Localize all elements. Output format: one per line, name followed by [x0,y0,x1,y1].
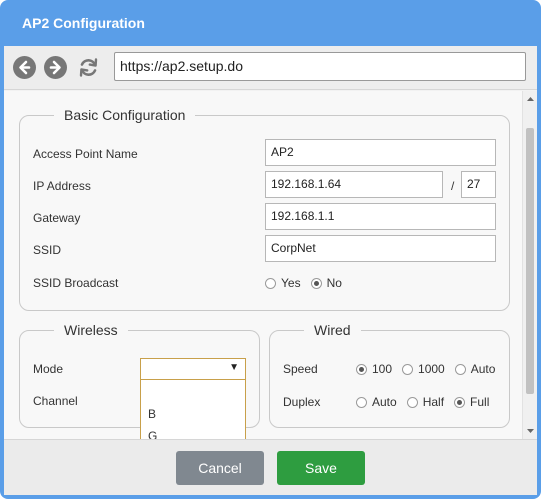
refresh-button[interactable] [77,56,100,79]
dialog-footer: Cancel Save [4,439,537,495]
arrow-left-icon [19,60,31,75]
speed-group: 100 1000 Auto [356,362,505,376]
back-button[interactable] [13,56,36,79]
speed-1000-radio[interactable] [402,363,414,375]
prefix-length-input[interactable]: 27 [461,171,496,198]
url-input[interactable]: https://ap2.setup.do [114,52,526,81]
browser-toolbar: https://ap2.setup.do [4,46,537,90]
mode-option-b[interactable]: B [141,404,245,424]
ssid-broadcast-label: SSID Broadcast [33,276,119,290]
duplex-half-radio[interactable] [406,396,418,408]
duplex-group: Auto Half Full [356,395,499,409]
mode-option-g[interactable]: G [141,426,245,439]
speed-auto-label: Auto [470,362,496,376]
duplex-auto-label: Auto [372,395,397,409]
refresh-icon [79,58,98,77]
speed-100-label: 100 [372,362,393,376]
speed-label: Speed [283,362,318,376]
broadcast-no-label: No [326,276,342,290]
prefix-separator: / [451,179,455,193]
speed-100-radio[interactable] [356,363,367,375]
duplex-auto-radio[interactable] [356,396,367,408]
speed-auto-radio[interactable] [454,363,466,375]
mode-select[interactable]: ▼ [140,358,246,380]
mode-option-empty[interactable] [141,380,245,400]
duplex-full-label: Full [470,395,490,409]
config-window: AP2 Configuration https://ap2.setup.do B… [0,0,541,499]
window-client: https://ap2.setup.do Basic Configuration… [4,46,537,495]
save-button[interactable]: Save [277,451,365,485]
gateway-label: Gateway [33,211,81,225]
duplex-full-radio[interactable] [454,396,466,408]
ssid-broadcast-group: Yes No [265,276,352,290]
ap-name-label: Access Point Name [33,147,138,161]
forward-button[interactable] [44,56,67,79]
ip-address-label: IP Address [33,179,91,193]
scroll-up-icon[interactable] [526,95,535,104]
scrollbar-thumb[interactable] [526,128,534,394]
speed-1000-label: 1000 [418,362,445,376]
ssid-label: SSID [33,243,62,257]
cancel-button[interactable]: Cancel [176,451,264,485]
mode-label: Mode [33,362,64,376]
basic-configuration-legend: Basic Configuration [54,106,196,124]
wireless-legend: Wireless [54,321,128,339]
ssid-input[interactable]: CorpNet [265,235,496,262]
channel-label: Channel [33,394,78,408]
page-content: Basic Configuration Access Point Name AP… [4,91,522,439]
arrow-right-icon [49,60,61,75]
mode-dropdown-list: B G [140,380,246,439]
duplex-half-label: Half [422,395,445,409]
caret-down-icon: ▼ [229,362,239,373]
scroll-down-icon[interactable] [526,426,535,435]
wired-legend: Wired [304,321,361,339]
ip-address-input[interactable]: 192.168.1.64 [265,171,443,198]
broadcast-no-radio[interactable] [310,277,322,289]
wired-group: Wired [269,321,510,428]
ap-name-input[interactable]: AP2 [265,139,496,166]
broadcast-yes-label: Yes [281,276,301,290]
window-title: AP2 Configuration [22,15,145,31]
vertical-scrollbar[interactable] [522,91,537,439]
broadcast-yes-radio[interactable] [265,277,276,289]
gateway-input[interactable]: 192.168.1.1 [265,203,496,230]
duplex-label: Duplex [283,395,321,409]
